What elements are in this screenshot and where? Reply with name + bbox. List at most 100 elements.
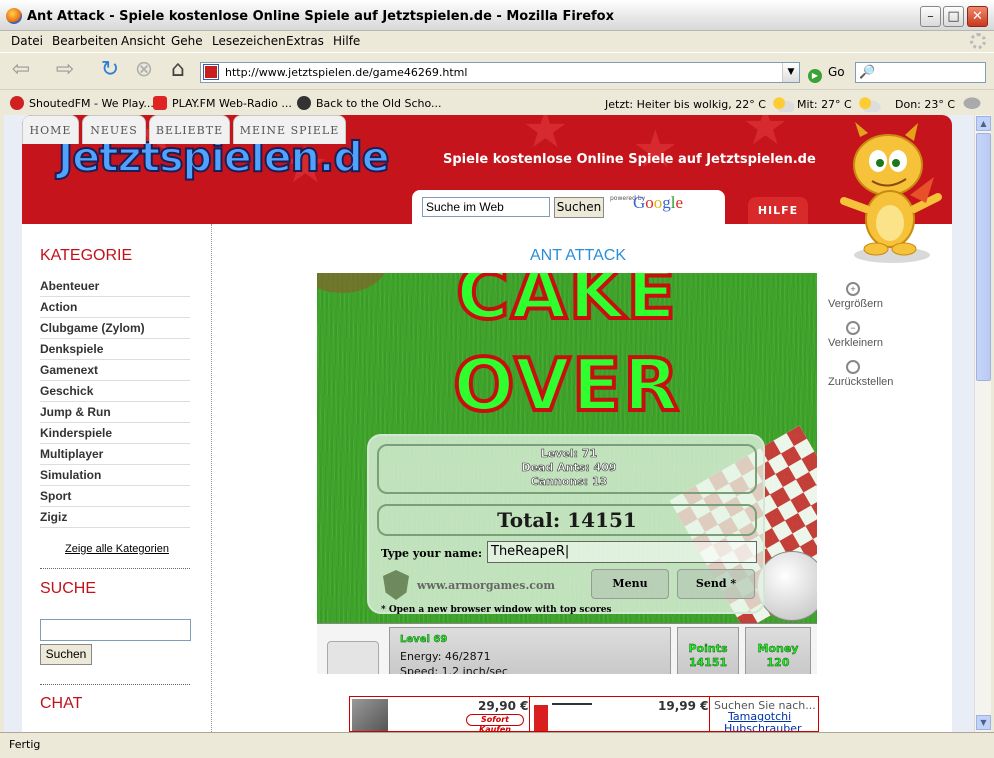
footnote: * Open a new browser window with top sco… [381, 605, 612, 615]
product-image [352, 699, 388, 731]
hud-speed: Speed: 1.2 inch/sec [400, 665, 508, 674]
weather-now[interactable]: Jetzt: Heiter bis wolkig, 22° C [605, 96, 796, 112]
sidebar-search-input[interactable] [40, 619, 191, 641]
bookmark-oldschool[interactable]: Back to the Old Scho... [297, 96, 442, 110]
site-tagline: Spiele kostenlose Online Spiele auf Jetz… [443, 152, 816, 167]
web-search-button[interactable]: Suchen [554, 197, 604, 218]
tab-home[interactable]: HOME [22, 115, 79, 144]
menu-bearbeiten[interactable]: Bearbeiten [52, 34, 118, 48]
partly-cloudy-icon [769, 96, 796, 112]
go-button[interactable]: ▶ Go [808, 65, 845, 83]
throbber-icon [970, 33, 986, 49]
bookmark-label: Back to the Old Scho... [316, 97, 442, 110]
category-item[interactable]: Multiplayer [40, 444, 190, 465]
menu-lesezeichen[interactable]: Lesezeichen [212, 34, 286, 48]
menu-gehe[interactable]: Gehe [171, 34, 203, 48]
vertical-scrollbar[interactable]: ▲ ▼ [974, 115, 991, 732]
maximize-button[interactable]: □ [943, 6, 964, 27]
category-item[interactable]: Denkspiele [40, 339, 190, 360]
playfm-icon [153, 96, 167, 110]
category-item[interactable]: Geschick [40, 381, 190, 402]
minimize-button[interactable]: – [920, 6, 941, 27]
search-engine-icon[interactable]: 🔎 [859, 65, 875, 80]
hud-level: Level 69 [400, 634, 448, 645]
scroll-thumb[interactable] [976, 133, 991, 381]
hud-energy: Energy: 46/2871 [400, 650, 491, 663]
weather-wed[interactable]: Mit: 27° C [797, 96, 882, 112]
site-header: ★ ★ ★ ★ ★ Jetztspielen.de Spiele kostenl… [22, 115, 952, 224]
web-search: Suchen powered by Google [412, 190, 725, 224]
category-item[interactable]: Abenteuer [40, 276, 190, 297]
zoom-out-icon: − [846, 321, 860, 335]
cannon-icon[interactable] [327, 641, 379, 674]
menu-ansicht[interactable]: Ansicht [121, 34, 165, 48]
points-value: 14151 [688, 656, 728, 669]
ad-banner[interactable]: 29,90 € Sofort Kaufen 19,99 € Suchen Sie… [349, 696, 819, 732]
weather-wed-label: Mit: 27° C [797, 98, 852, 111]
over-text: OVER [451, 341, 681, 429]
ad-item-1[interactable]: 29,90 € Sofort Kaufen [350, 697, 530, 731]
category-item[interactable]: Action [40, 297, 190, 318]
back-icon[interactable]: ⇦ [8, 58, 34, 84]
zoom-reset-button[interactable]: Zurückstellen [828, 360, 893, 388]
bookmark-playfm[interactable]: PLAY.FM Web-Radio ... [153, 96, 292, 110]
weather-thu-label: Don: 23° C [895, 98, 956, 111]
forward-icon[interactable]: ⇨ [52, 58, 78, 84]
category-item[interactable]: Kinderspiele [40, 423, 190, 444]
sidebar-overlay: Abenteuer Action Clubgame (Zylom) Denksp… [22, 224, 214, 732]
sofort-kaufen-badge[interactable]: Sofort Kaufen [466, 714, 524, 731]
category-item[interactable]: Sport [40, 486, 190, 507]
menu-extras[interactable]: Extras [286, 34, 324, 48]
weather-now-label: Jetzt: Heiter bis wolkig, 22° C [605, 98, 766, 111]
web-search-input[interactable] [422, 197, 550, 217]
category-item[interactable]: Jump & Run [40, 402, 190, 423]
zoom-reset-label: Zurückstellen [828, 376, 894, 388]
menu-datei[interactable]: Datei [11, 34, 43, 48]
points-label: Points [688, 642, 728, 655]
product-image [534, 705, 548, 731]
url-bar[interactable]: http://www.jetztspielen.de/game46269.htm… [200, 62, 800, 83]
tab-beliebte[interactable]: BELIEBTE [149, 115, 230, 144]
player-name-input[interactable]: TheReapeR| [487, 541, 757, 563]
zoom-in-button[interactable]: + Vergrößern [828, 282, 883, 310]
menu-hilfe[interactable]: Hilfe [333, 34, 360, 48]
zoom-out-button[interactable]: − Verkleinern [828, 321, 883, 349]
stats-box: Level: 71 Dead Ants: 409 Cannons: 13 [377, 444, 757, 494]
url-dropdown-icon[interactable]: ▼ [782, 63, 799, 82]
close-button[interactable]: ✕ [967, 6, 988, 27]
sidebar-search-button[interactable]: Suchen [40, 644, 92, 665]
weather-thu[interactable]: Don: 23° C [895, 96, 986, 112]
ad-link-hubschrauber[interactable]: Hubschrauber [724, 722, 801, 731]
tab-meine-spiele[interactable]: MEINE SPIELE [233, 115, 346, 144]
home-icon[interactable]: ⌂ [165, 58, 191, 84]
money-box: Money 120 [745, 627, 811, 674]
ad-item-2[interactable]: 19,99 € [530, 697, 710, 731]
send-button[interactable]: Send * [677, 569, 755, 599]
stop-icon[interactable]: ⊗ [131, 58, 157, 84]
firefox-icon [6, 8, 22, 24]
reload-icon[interactable]: ↻ [97, 58, 123, 84]
menu-button[interactable]: Menu [591, 569, 669, 599]
scroll-down-icon[interactable]: ▼ [976, 715, 991, 730]
bookmark-shoutedfm[interactable]: ShoutedFM - We Play... [10, 96, 154, 110]
url-text[interactable]: http://www.jetztspielen.de/game46269.htm… [225, 66, 467, 79]
dead-ants-stat: Dead Ants: 409 [521, 461, 617, 475]
helicopter-image [552, 703, 592, 723]
category-item[interactable]: Zigiz [40, 507, 190, 528]
armorgames-link[interactable]: www.armorgames.com [417, 579, 555, 592]
rain-cloud-icon [959, 96, 986, 112]
total-score: Total: 14151 [377, 504, 757, 536]
level-stat: Level: 71 [540, 447, 598, 461]
scroll-up-icon[interactable]: ▲ [976, 116, 991, 131]
level-box: Level 69 Energy: 46/2871 Speed: 1.2 inch… [389, 627, 671, 674]
partly-cloudy-icon [855, 96, 882, 112]
dragon-mascot [840, 122, 942, 263]
help-tab[interactable]: HILFE [748, 197, 808, 224]
browser-search-input[interactable]: 🔎 [855, 62, 986, 83]
category-item[interactable]: Clubgame (Zylom) [40, 318, 190, 339]
zoom-reset-icon [846, 360, 860, 374]
category-item[interactable]: Gamenext [40, 360, 190, 381]
game-canvas[interactable]: CAKE OVER Level: 71 Dead Ants: 409 Canno… [317, 273, 817, 674]
tab-neues[interactable]: NEUES [82, 115, 146, 144]
category-item[interactable]: Simulation [40, 465, 190, 486]
